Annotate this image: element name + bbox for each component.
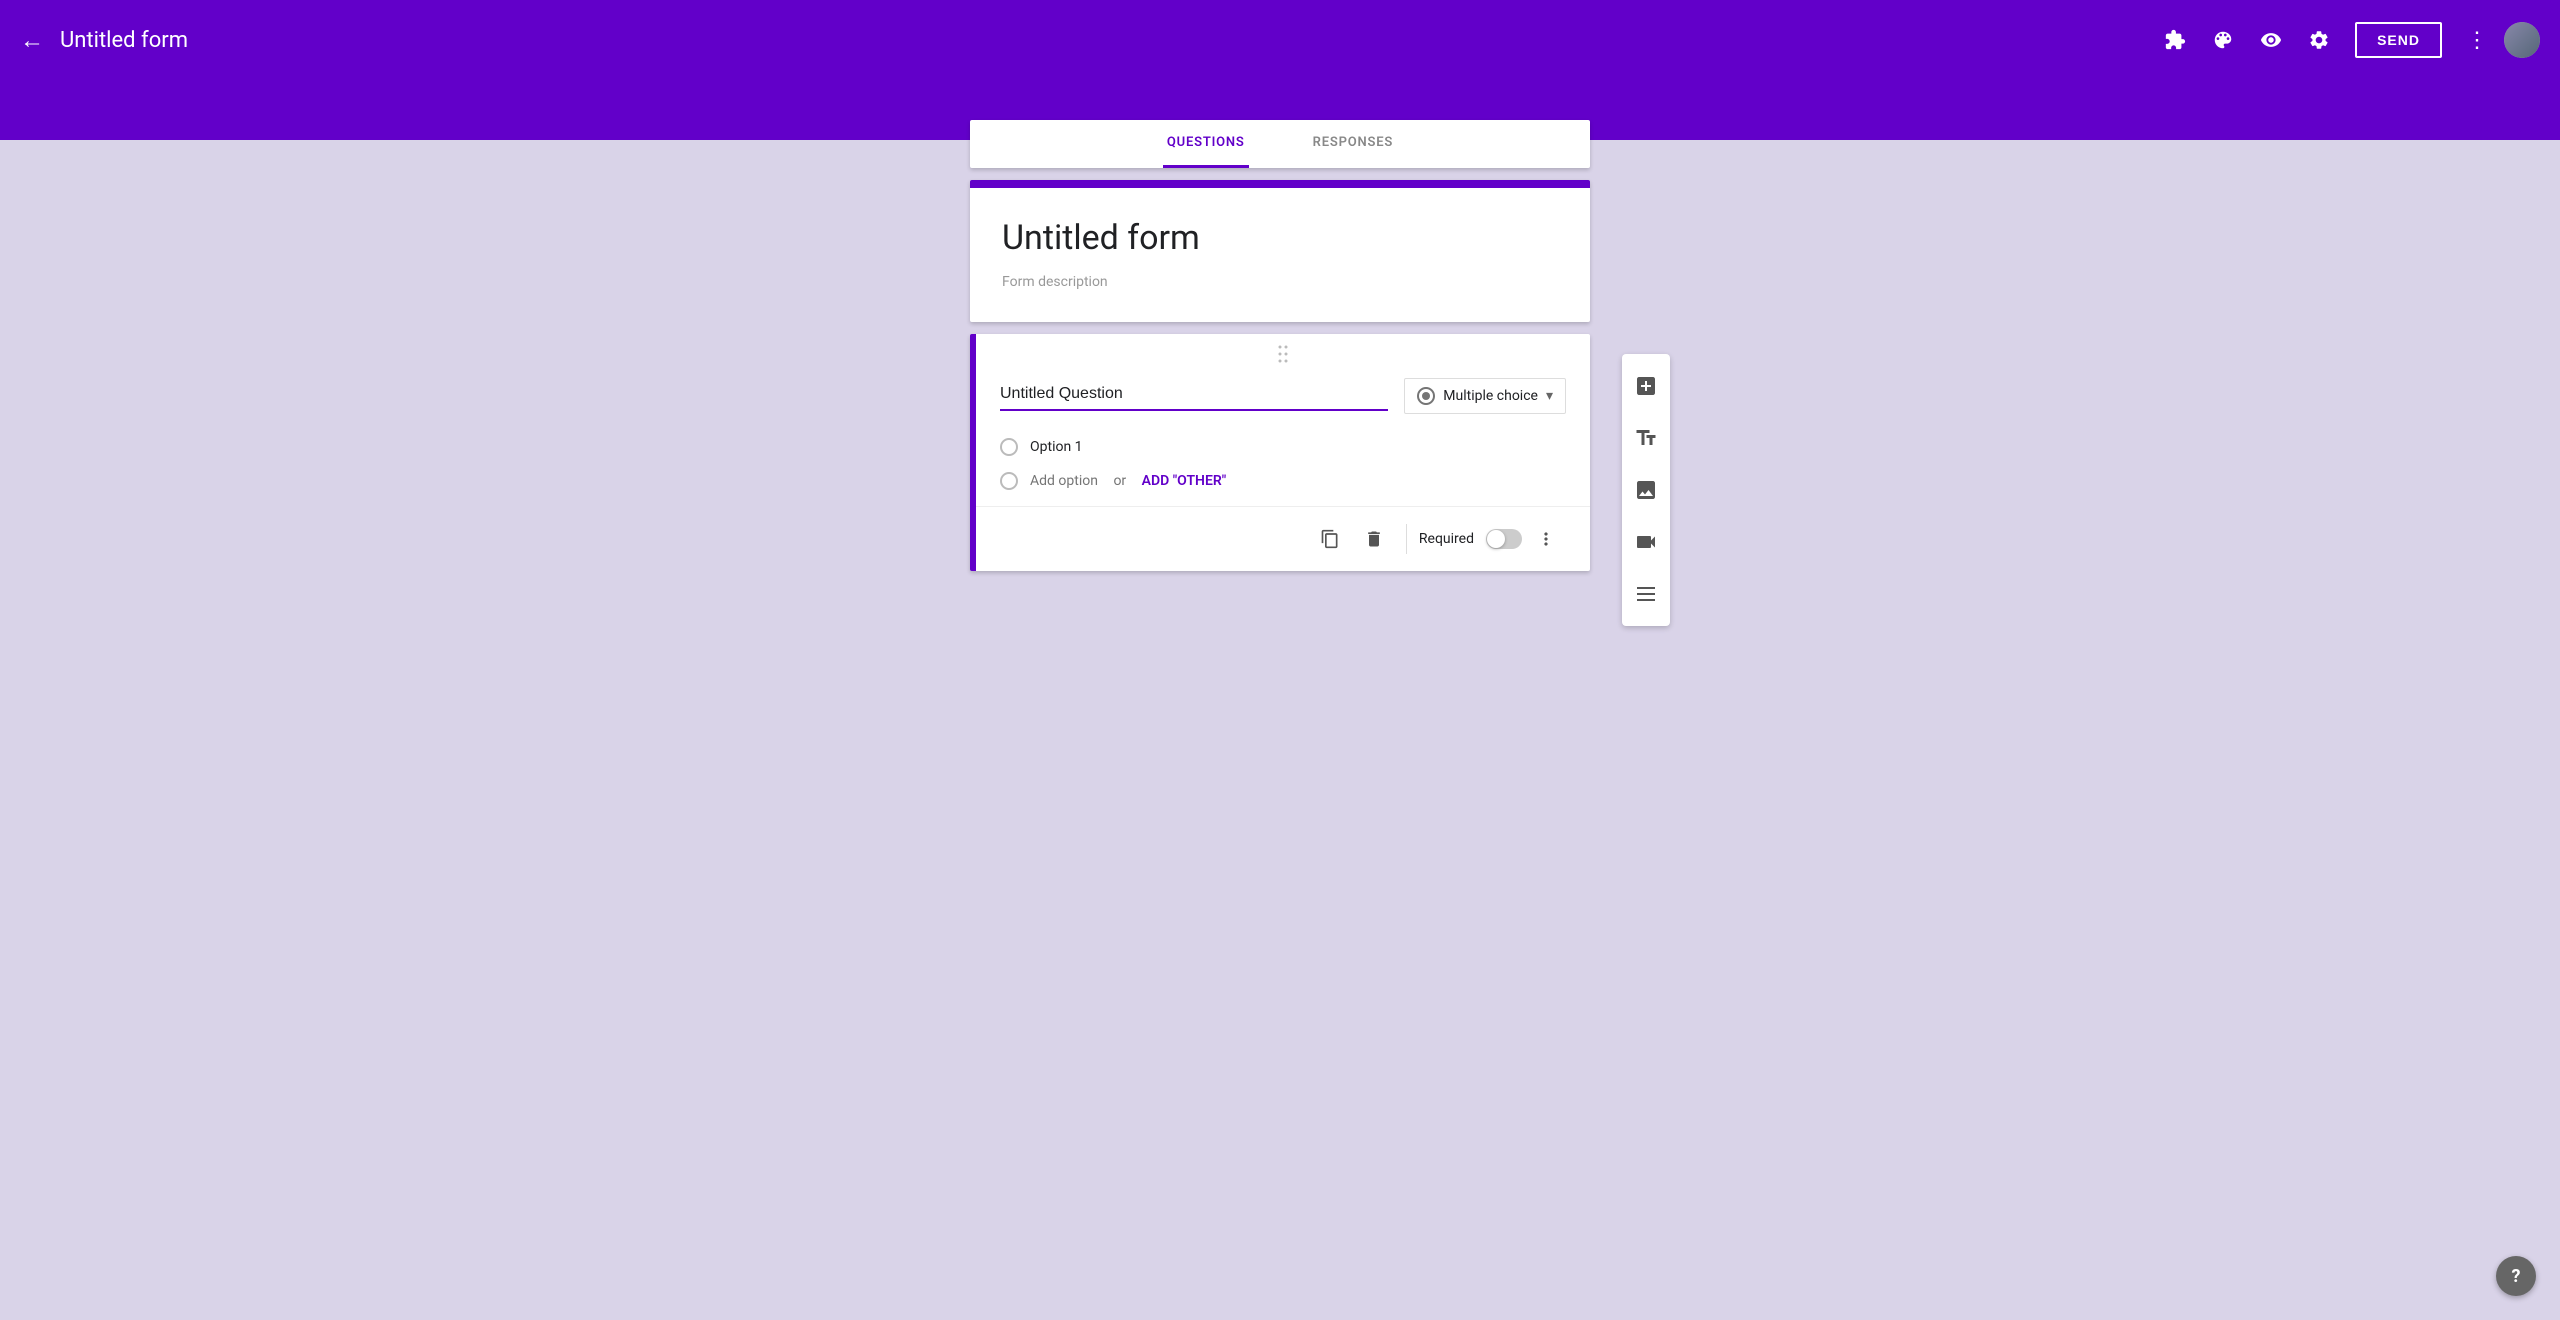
form-title-card: Untitled form Form description (970, 180, 1590, 322)
puzzle-icon[interactable] (2155, 20, 2195, 60)
question-row: Multiple choice ▾ (1000, 378, 1566, 414)
back-button[interactable]: ← (20, 28, 44, 52)
required-toggle[interactable] (1486, 529, 1522, 549)
add-section-button[interactable] (1622, 570, 1670, 618)
required-label: Required (1419, 531, 1474, 547)
add-title-button[interactable] (1622, 414, 1670, 462)
header-right: SEND ⋮ (2155, 20, 2540, 61)
add-question-button[interactable] (1622, 362, 1670, 410)
center-column: QUESTIONS RESPONSES Untitled form Form d… (970, 120, 1590, 1280)
header-title: Untitled form (60, 28, 188, 53)
tabs-card: QUESTIONS RESPONSES (970, 120, 1590, 168)
header: ← Untitled form SEND ⋮ (0, 0, 2560, 80)
tab-responses[interactable]: RESPONSES (1309, 120, 1397, 168)
preview-icon[interactable] (2251, 20, 2291, 60)
add-option-row: Add option or ADD "OTHER" (1000, 472, 1566, 490)
question-more-button[interactable] (1526, 519, 1566, 559)
copy-button[interactable] (1310, 519, 1350, 559)
form-description-placeholder[interactable]: Form description (1002, 274, 1558, 290)
avatar[interactable] (2504, 22, 2540, 58)
multiple-choice-icon (1417, 387, 1435, 405)
side-toolbar (1622, 354, 1670, 626)
add-other-button[interactable]: ADD "OTHER" (1142, 473, 1227, 489)
form-title[interactable]: Untitled form (1002, 218, 1558, 258)
palette-icon[interactable] (2203, 20, 2243, 60)
drag-handle[interactable] (976, 334, 1590, 370)
dropdown-arrow-icon: ▾ (1546, 388, 1553, 404)
question-input[interactable] (1000, 381, 1388, 411)
option-1-label[interactable]: Option 1 (1030, 439, 1083, 455)
add-video-button[interactable] (1622, 518, 1670, 566)
question-footer: Required (976, 506, 1590, 571)
question-type-label: Multiple choice (1443, 388, 1538, 404)
footer-divider (1406, 524, 1407, 554)
add-option-or: or (1110, 473, 1130, 489)
settings-icon[interactable] (2299, 20, 2339, 60)
main-content: QUESTIONS RESPONSES Untitled form Form d… (0, 140, 2560, 1320)
question-type-selector[interactable]: Multiple choice ▾ (1404, 378, 1566, 414)
question-body: Multiple choice ▾ Option 1 Add option or (976, 370, 1590, 490)
radio-empty-icon (1000, 438, 1018, 456)
add-image-button[interactable] (1622, 466, 1670, 514)
toggle-knob (1487, 530, 1505, 548)
option-row: Option 1 (1000, 438, 1566, 456)
add-option-radio-icon (1000, 472, 1018, 490)
send-button[interactable]: SEND (2355, 22, 2442, 58)
help-button[interactable]: ? (2496, 1256, 2536, 1296)
add-option-text[interactable]: Add option (1030, 473, 1098, 489)
delete-button[interactable] (1354, 519, 1394, 559)
more-options-button[interactable]: ⋮ (2458, 20, 2496, 61)
question-card: Multiple choice ▾ Option 1 Add option or (970, 334, 1590, 571)
question-card-wrapper: Multiple choice ▾ Option 1 Add option or (970, 334, 1590, 571)
tab-questions[interactable]: QUESTIONS (1163, 120, 1249, 168)
header-left: ← Untitled form (20, 28, 188, 53)
